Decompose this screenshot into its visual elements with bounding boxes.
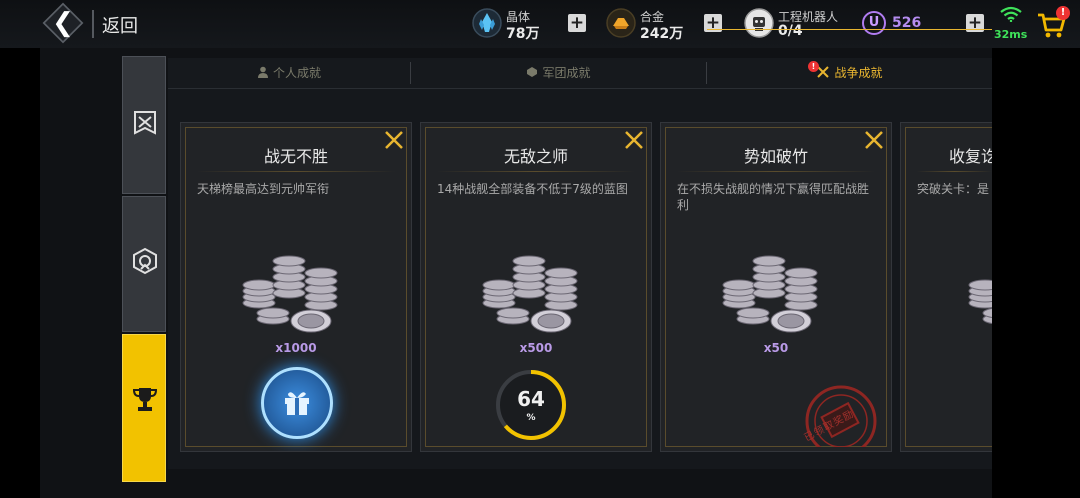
- divider: [437, 171, 635, 172]
- banner-swords-icon: [134, 111, 156, 135]
- achievement-card: 势如破竹 在不损失战舰的情况下赢得匹配战胜利 x50 已领取奖励: [660, 122, 892, 452]
- u-currency-icon: U: [862, 11, 886, 35]
- side-tab-ranking[interactable]: [122, 56, 166, 194]
- legion-emblem-icon: [133, 247, 157, 275]
- reward-quantity: x1000: [275, 341, 317, 355]
- divider: [92, 10, 94, 38]
- notification-badge: !: [1056, 6, 1070, 20]
- resource-robot: 工程机器人 0/4: [744, 6, 852, 42]
- card-title: 收复讫: [949, 147, 992, 166]
- wifi-icon: [1000, 6, 1022, 22]
- add-crystal-button[interactable]: +: [568, 14, 586, 32]
- resource-value: 78万: [506, 26, 540, 42]
- resource-value: 242万: [640, 26, 684, 42]
- person-icon: [257, 66, 268, 78]
- reward-quantity: x50: [763, 341, 789, 355]
- progress-unit: %: [526, 413, 536, 423]
- card-description: 14种战舰全部装备不低于7级的蓝图: [437, 182, 628, 196]
- silver-coins-icon: [482, 255, 578, 333]
- achievement-card: 收复讫 突破关卡：是: [900, 122, 992, 452]
- divider: [917, 171, 992, 172]
- card-title: 势如破竹: [743, 147, 808, 166]
- reward-quantity: x500: [519, 341, 553, 355]
- side-tab-legion[interactable]: [122, 196, 166, 332]
- silver-coins-icon: [242, 255, 338, 333]
- tab-label: 军团成就: [542, 66, 591, 80]
- achievement-card: 无敌之师 14种战舰全部装备不低于7级的蓝图 x500 64 %: [420, 122, 652, 452]
- card-title: 无敌之师: [503, 147, 568, 166]
- tab-war[interactable]: 战争成就: [707, 58, 992, 88]
- card-description: 突破关卡：是: [917, 182, 990, 196]
- gift-icon: [285, 392, 309, 415]
- claim-reward-button[interactable]: [261, 367, 333, 439]
- left-gutter: [0, 0, 40, 498]
- right-gutter: [992, 48, 1080, 498]
- side-tab-achievement[interactable]: [122, 334, 166, 482]
- progress-ring: 64 %: [493, 367, 569, 443]
- card-description: 在不损失战舰的情况下赢得匹配战胜利: [677, 182, 870, 212]
- active-tab-indicator: [707, 29, 992, 30]
- resource-value: 0/4: [778, 23, 803, 39]
- resource-alloy: 合金 242万: [606, 6, 706, 42]
- back-label[interactable]: 返回: [102, 12, 138, 38]
- silver-coins-icon: [968, 279, 992, 325]
- robot-icon: [744, 8, 774, 38]
- card-description: 天梯榜最高达到元帅军衔: [197, 182, 330, 196]
- legion-small-icon: [527, 67, 538, 77]
- achievement-card: 战无不胜 天梯榜最高达到元帅军衔 x1000: [180, 122, 412, 452]
- tab-label: 个人成就: [272, 66, 321, 80]
- trophy-icon: [132, 388, 158, 411]
- crystal-icon: [472, 8, 502, 38]
- chevron-left-icon[interactable]: ❮: [50, 8, 76, 38]
- achievement-tab-bar: 个人成就 军团成就 战争成就 !: [168, 58, 992, 89]
- resource-crystal: 晶体 78万: [472, 6, 572, 42]
- progress-value: 64: [517, 387, 545, 411]
- ping-readout: 32ms: [994, 28, 1028, 41]
- alloy-icon: [606, 8, 636, 38]
- divider: [197, 171, 395, 172]
- tab-alert-badge: !: [808, 61, 819, 72]
- divider: [677, 171, 875, 172]
- card-title: 战无不胜: [263, 147, 328, 166]
- tab-label: 战争成就: [834, 66, 883, 80]
- tab-personal[interactable]: 个人成就: [168, 58, 410, 88]
- silver-coins-icon: [722, 255, 818, 333]
- tab-legion[interactable]: 军团成就: [411, 58, 706, 88]
